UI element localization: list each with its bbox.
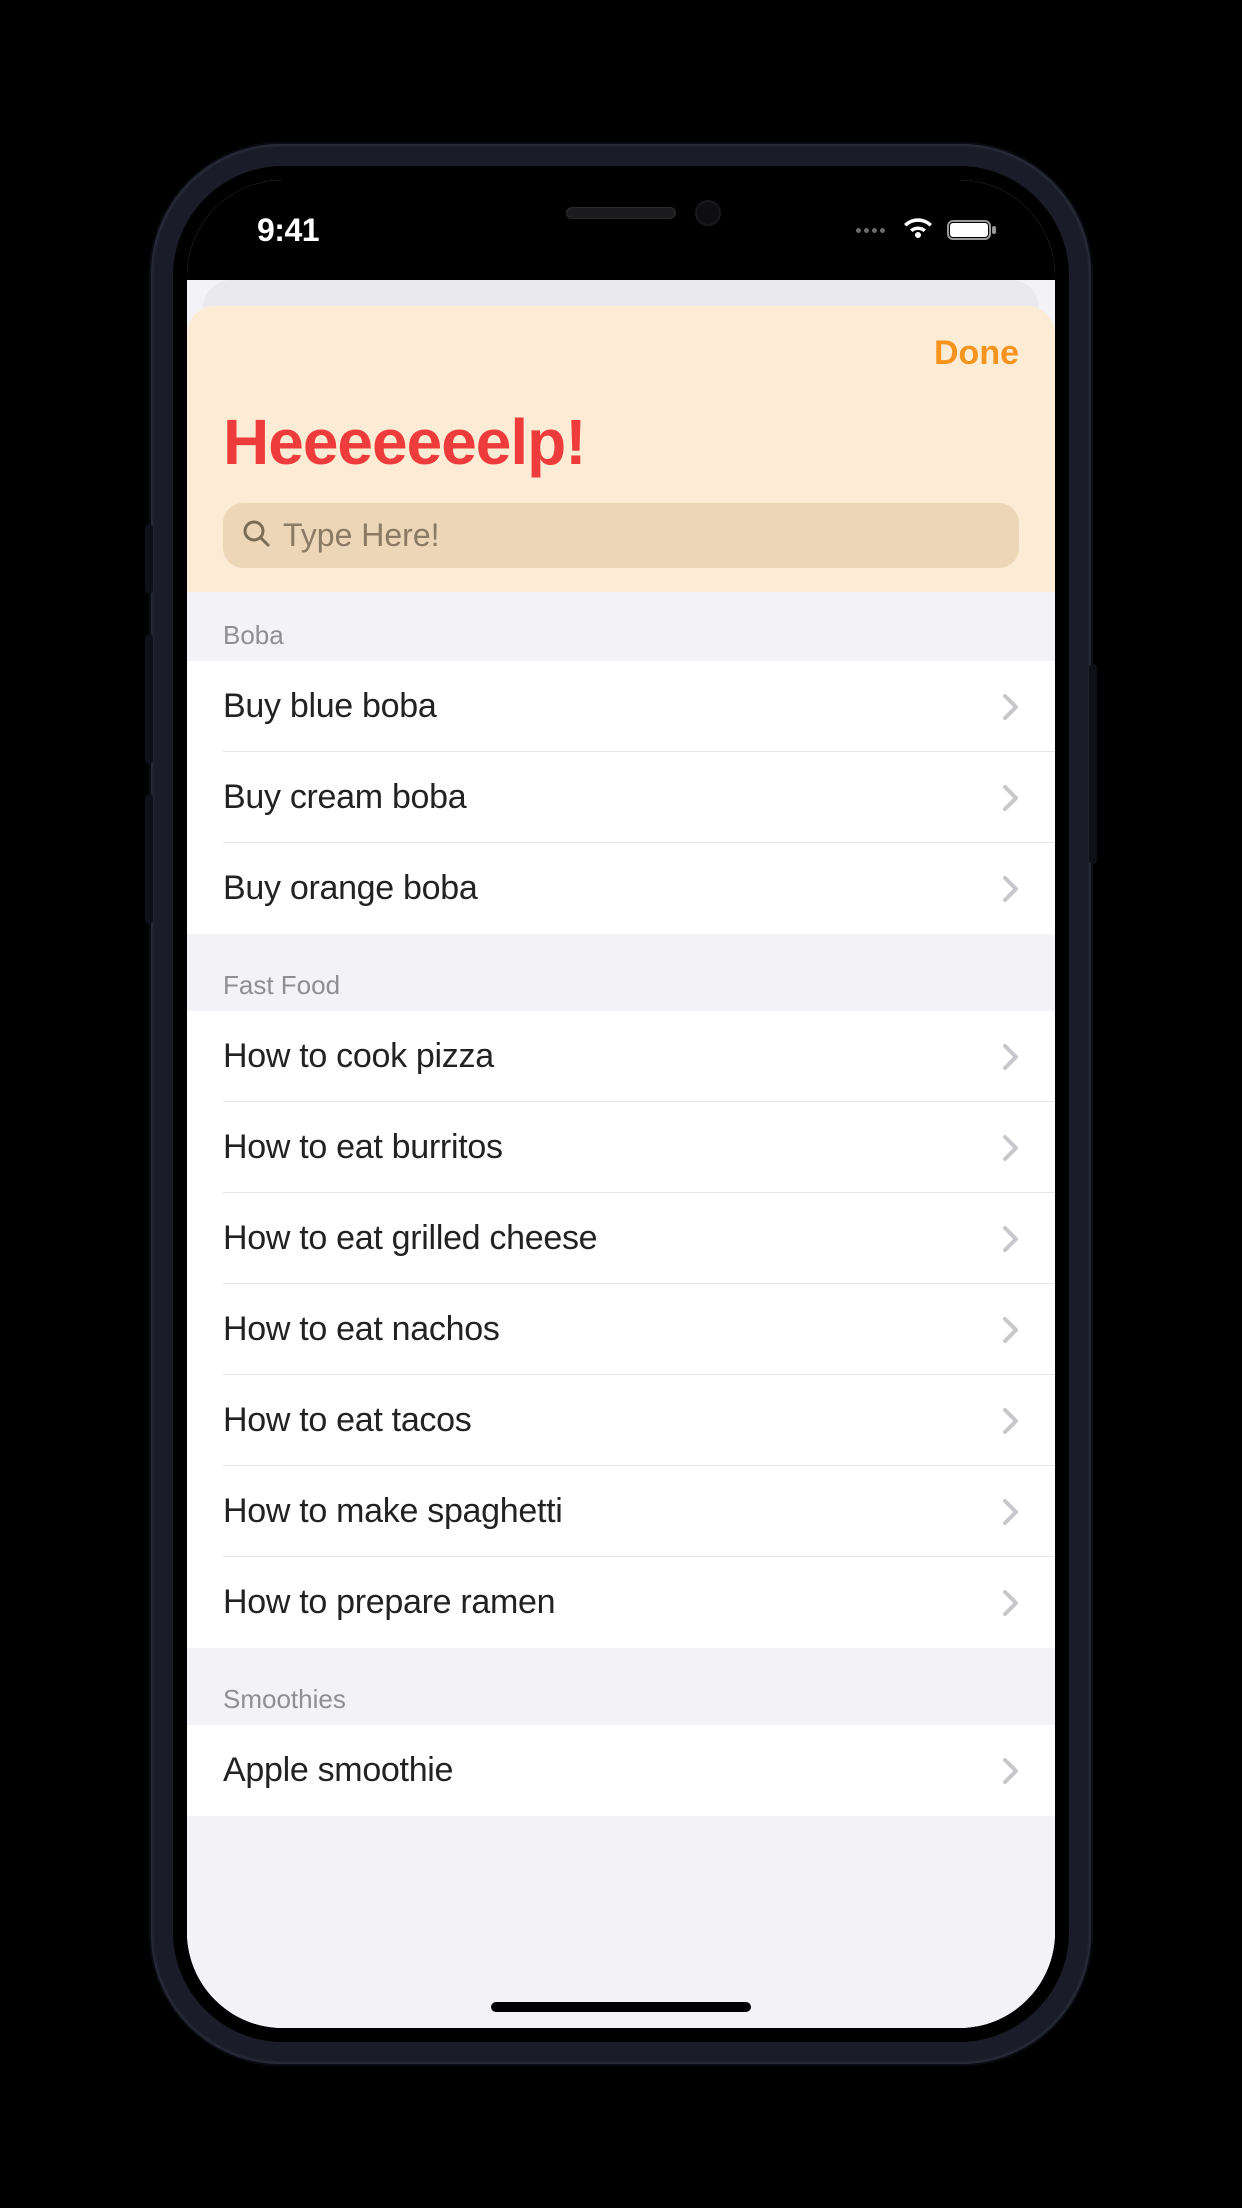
list-item[interactable]: Buy orange boba [187,843,1055,934]
power-button [1089,664,1097,864]
list-item-label: How to eat burritos [223,1128,503,1167]
list-item-label: How to make spaghetti [223,1492,563,1531]
list-item[interactable]: How to prepare ramen [187,1557,1055,1648]
list-item-label: Buy cream boba [223,778,466,817]
list-item[interactable]: How to eat nachos [187,1284,1055,1375]
section-smoothies: Apple smoothie [187,1725,1055,1816]
wifi-icon [901,218,935,242]
chevron-right-icon [1003,1135,1019,1161]
chevron-right-icon [1003,1044,1019,1070]
list-item-label: Buy blue boba [223,687,437,726]
search-input[interactable] [283,517,1001,554]
page-title: Heeeeeeelp! [223,405,1019,479]
section-boba: Buy blue boba Buy cream boba Buy orange … [187,661,1055,934]
section-header-smoothies: Smoothies [187,1648,1055,1725]
home-indicator[interactable] [491,2002,751,2012]
list-item[interactable]: Buy blue boba [187,661,1055,752]
sheet-header: Done Heeeeeeelp! [187,306,1055,592]
search-icon [241,518,271,553]
device-frame: 9:41 Done [151,144,1091,2064]
chevron-right-icon [1003,876,1019,902]
list-item-label: How to eat grilled cheese [223,1219,597,1258]
volume-down-button [145,794,153,924]
front-camera [695,200,721,226]
screen: 9:41 Done [187,180,1055,2028]
list-item[interactable]: How to eat grilled cheese [187,1193,1055,1284]
chevron-right-icon [1003,1408,1019,1434]
list-item[interactable]: Apple smoothie [187,1725,1055,1816]
status-time: 9:41 [257,212,319,249]
battery-icon [947,218,999,242]
chevron-right-icon [1003,1499,1019,1525]
list-item-label: Buy orange boba [223,869,478,908]
list-item-label: Apple smoothie [223,1751,453,1790]
chevron-right-icon [1003,1317,1019,1343]
section-header-fast-food: Fast Food [187,934,1055,1011]
list-item[interactable]: How to cook pizza [187,1011,1055,1102]
list-item-label: How to prepare ramen [223,1583,555,1622]
chevron-right-icon [1003,785,1019,811]
section-header-boba: Boba [187,592,1055,661]
chevron-right-icon [1003,1226,1019,1252]
list-item-label: How to eat nachos [223,1310,500,1349]
chevron-right-icon [1003,694,1019,720]
cellular-icon [856,228,885,233]
notch [441,180,801,246]
list-item[interactable]: How to eat burritos [187,1102,1055,1193]
list-item[interactable]: How to eat tacos [187,1375,1055,1466]
done-button[interactable]: Done [934,334,1019,373]
list-item[interactable]: Buy cream boba [187,752,1055,843]
list[interactable]: Boba Buy blue boba Buy cream boba Buy or… [187,592,1055,2028]
list-item-label: How to eat tacos [223,1401,471,1440]
status-icons [856,218,999,242]
list-item-label: How to cook pizza [223,1037,494,1076]
mute-switch [145,524,153,594]
chevron-right-icon [1003,1590,1019,1616]
modal-sheet: Done Heeeeeeelp! Boba Buy blue boba [187,306,1055,2028]
volume-up-button [145,634,153,764]
chevron-right-icon [1003,1758,1019,1784]
list-item[interactable]: How to make spaghetti [187,1466,1055,1557]
speaker-grille [566,207,676,219]
section-fast-food: How to cook pizza How to eat burritos Ho… [187,1011,1055,1648]
search-box[interactable] [223,503,1019,568]
